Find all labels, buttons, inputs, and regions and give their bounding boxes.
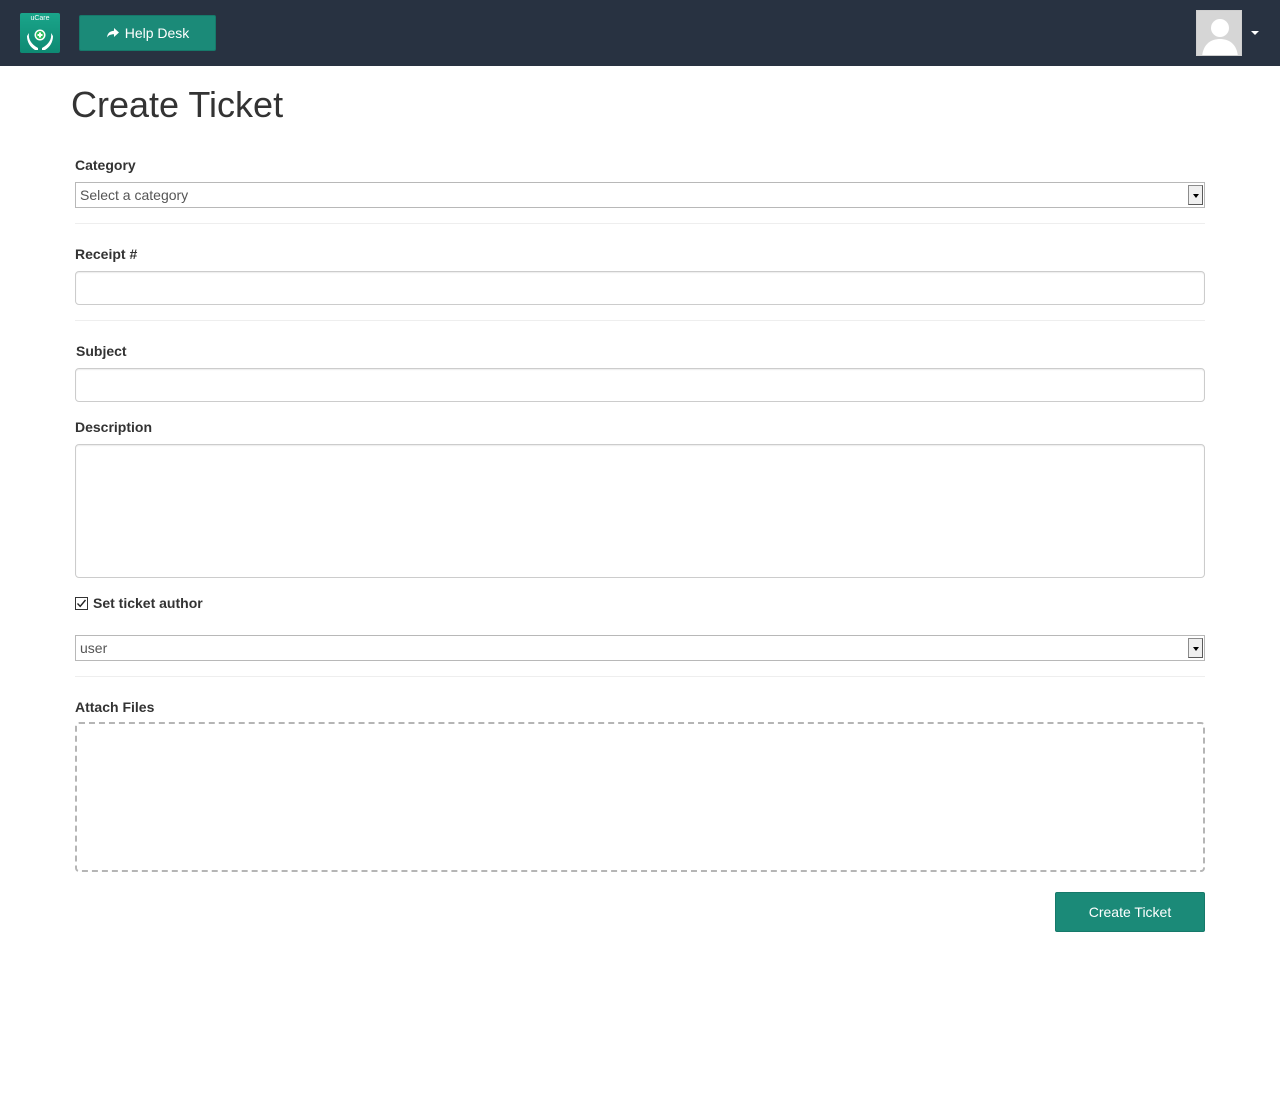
dropdown-arrow-icon[interactable] xyxy=(1188,185,1203,205)
set-author-checkbox[interactable] xyxy=(75,597,88,610)
set-author-label: Set ticket author xyxy=(93,595,203,611)
logo-text: uCare xyxy=(30,15,50,22)
user-avatar[interactable] xyxy=(1196,10,1242,56)
attach-files-label: Attach Files xyxy=(75,699,155,715)
divider xyxy=(75,676,1205,677)
share-arrow-icon xyxy=(106,28,119,38)
divider xyxy=(75,223,1205,224)
receipt-label: Receipt # xyxy=(75,246,138,262)
help-desk-label: Help Desk xyxy=(124,25,190,41)
hands-cross-logo-icon xyxy=(27,29,53,50)
receipt-input[interactable] xyxy=(75,271,1205,305)
create-ticket-button[interactable]: Create Ticket xyxy=(1055,892,1205,932)
author-select[interactable]: user xyxy=(75,635,1205,661)
app-logo[interactable]: uCare xyxy=(20,13,60,53)
checkmark-icon xyxy=(76,599,87,608)
category-label: Category xyxy=(75,157,136,173)
divider xyxy=(75,320,1205,321)
top-navbar: uCare Help Desk xyxy=(0,0,1280,66)
dropdown-arrow-icon[interactable] xyxy=(1188,638,1203,658)
description-textarea[interactable] xyxy=(75,444,1205,578)
file-dropzone[interactable] xyxy=(75,722,1205,872)
user-avatar-icon xyxy=(1197,11,1241,55)
description-label: Description xyxy=(75,419,153,435)
caret-down-icon[interactable] xyxy=(1251,31,1259,35)
help-desk-button[interactable]: Help Desk xyxy=(79,15,216,51)
subject-input[interactable] xyxy=(75,368,1205,402)
category-select-value: Select a category xyxy=(80,187,189,203)
page-title: Create Ticket xyxy=(71,84,284,125)
subject-label: Subject xyxy=(76,343,127,359)
category-select[interactable]: Select a category xyxy=(75,182,1205,208)
author-select-value: user xyxy=(80,640,108,656)
